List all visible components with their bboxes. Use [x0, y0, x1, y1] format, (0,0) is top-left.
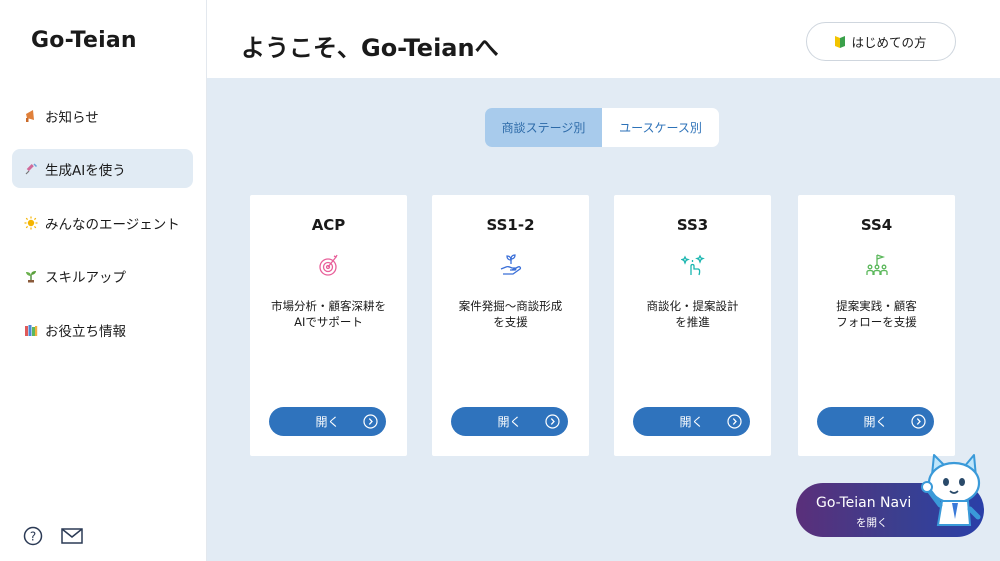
- page-title: ようこそ、Go-Teianへ: [241, 34, 499, 62]
- card-ss1-2: SS1-2 案件発掘〜商談形成 を支援 開く: [432, 195, 589, 456]
- view-toggle: 商談ステージ別 ユースケース別: [485, 108, 719, 147]
- svg-text:?: ?: [30, 530, 36, 544]
- books-icon: [24, 323, 38, 337]
- mail-icon[interactable]: [61, 528, 83, 544]
- hand-plant-icon: [499, 253, 523, 277]
- open-button-label: 開く: [679, 415, 704, 429]
- card-title: SS3: [676, 216, 709, 234]
- sidebar-item-generative-ai[interactable]: 生成AIを使う: [12, 149, 193, 188]
- sparkle-hand-icon: [679, 253, 705, 277]
- chevron-right-circle-icon: [363, 414, 378, 429]
- chevron-right-circle-icon: [911, 414, 926, 429]
- header: ようこそ、Go-Teianへ はじめての方: [207, 0, 1000, 78]
- sidebar-item-label: スキルアップ: [45, 269, 126, 286]
- sprout-icon: [24, 269, 38, 283]
- sidebar-item-news[interactable]: お知らせ: [12, 96, 193, 135]
- help-circle-icon[interactable]: ?: [23, 526, 43, 546]
- sidebar-item-label: お役立ち情報: [45, 323, 126, 340]
- navi-subtitle: を開く: [856, 517, 888, 529]
- megaphone-icon: [24, 109, 38, 123]
- brand-logo[interactable]: Go-Teian: [31, 28, 137, 53]
- syringe-icon: [24, 162, 38, 176]
- card-description: 案件発掘〜商談形成 を支援: [458, 299, 563, 329]
- open-button-label: 開く: [497, 415, 522, 429]
- open-button-label: 開く: [863, 415, 888, 429]
- open-button[interactable]: 開く: [633, 407, 750, 436]
- card-description: 市場分析・顧客深耕を AIでサポート: [271, 299, 386, 329]
- card-title: SS1-2: [486, 216, 535, 234]
- sidebar-item-label: お知らせ: [45, 109, 99, 126]
- chevron-right-circle-icon: [545, 414, 560, 429]
- card-description: 商談化・提案設計 を推進: [646, 299, 739, 329]
- beginner-button[interactable]: はじめての方: [806, 22, 956, 61]
- card-title: SS4: [860, 216, 893, 234]
- team-flag-icon: [865, 253, 889, 277]
- sidebar: Go-Teian お知らせ 生成AIを使う みんなのエージェント スキルアップ …: [0, 0, 207, 561]
- card-acp: ACP 市場分析・顧客深耕を AIでサポート 開く: [250, 195, 407, 456]
- sidebar-item-label: みんなのエージェント: [45, 216, 180, 233]
- sun-icon: [24, 216, 38, 230]
- sidebar-item-label: 生成AIを使う: [45, 162, 126, 179]
- beginner-button-label: はじめての方: [851, 35, 927, 50]
- tab-by-stage[interactable]: 商談ステージ別: [485, 108, 602, 147]
- sidebar-footer: ?: [23, 526, 83, 546]
- chevron-right-circle-icon: [727, 414, 742, 429]
- sidebar-item-agents[interactable]: みんなのエージェント: [12, 203, 193, 242]
- sidebar-item-skillup[interactable]: スキルアップ: [12, 256, 193, 295]
- target-icon: [317, 253, 341, 277]
- card-ss3: SS3 商談化・提案設計 を推進 開く: [614, 195, 771, 456]
- open-button[interactable]: 開く: [451, 407, 568, 436]
- beginner-mark-icon: [835, 35, 846, 48]
- open-button-label: 開く: [315, 415, 340, 429]
- open-button[interactable]: 開く: [817, 407, 934, 436]
- tab-by-usecase[interactable]: ユースケース別: [602, 108, 719, 147]
- card-ss4: SS4 提案実践・顧客 フォローを支援 開く: [798, 195, 955, 456]
- card-title: ACP: [311, 216, 346, 234]
- card-description: 提案実践・顧客 フォローを支援: [836, 299, 917, 329]
- open-button[interactable]: 開く: [269, 407, 386, 436]
- cat-mascot-icon[interactable]: [906, 449, 990, 529]
- sidebar-item-useful-info[interactable]: お役立ち情報: [12, 310, 193, 349]
- navi-title: Go-Teian Navi: [816, 495, 912, 511]
